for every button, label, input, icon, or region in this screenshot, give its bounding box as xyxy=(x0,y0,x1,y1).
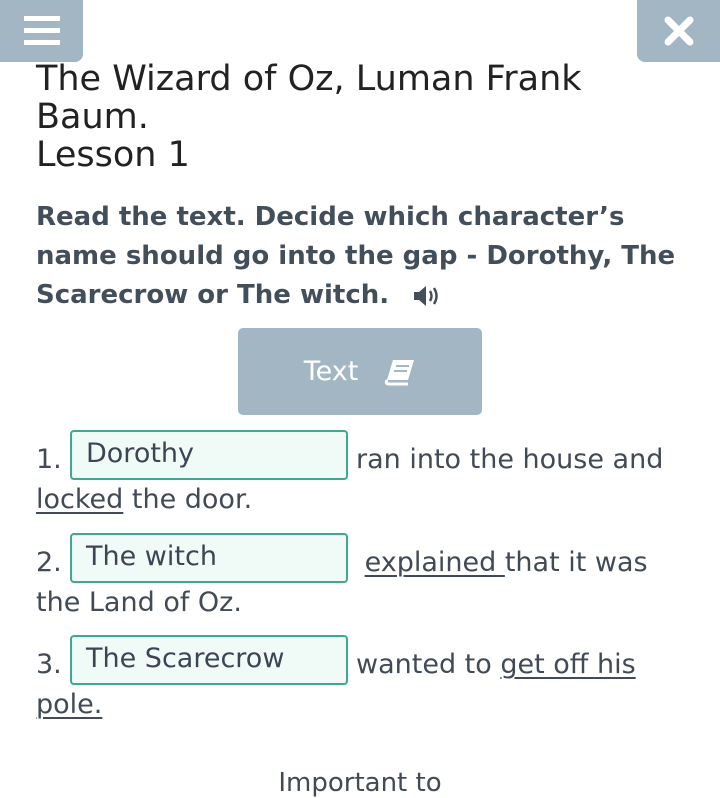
title-line-2: Lesson 1 xyxy=(36,135,190,175)
item-text: ran into the house and xyxy=(356,444,664,475)
title-line-1: The Wizard of Oz, Luman Frank Baum. xyxy=(36,59,582,137)
vocab-phrase-get-off-his[interactable]: get off his xyxy=(500,649,635,680)
task-instruction: Read the text. Decide which character’s … xyxy=(36,198,686,315)
item-text: wanted to xyxy=(356,649,501,680)
close-button[interactable] xyxy=(637,0,720,62)
answer-gap-1[interactable]: Dorothy xyxy=(70,430,348,480)
vocab-word-explained[interactable]: explained xyxy=(365,547,505,578)
item-number: 2. xyxy=(36,547,62,578)
hamburger-menu-icon xyxy=(23,16,60,45)
text-button[interactable]: Text xyxy=(238,328,482,415)
instruction-text: Read the text. Decide which character’s … xyxy=(36,202,676,310)
speaker-icon[interactable] xyxy=(412,283,442,309)
answer-gap-2[interactable]: The witch xyxy=(70,533,348,583)
item-text: that it was xyxy=(504,547,648,578)
exercise-item-1: 1. Dorothy ran into the house and locked t… xyxy=(36,430,686,519)
item-number: 3. xyxy=(36,649,62,680)
footer-heading-partial: Important to xyxy=(278,768,442,798)
text-button-label: Text xyxy=(303,356,359,387)
item-number: 1. xyxy=(36,444,62,475)
vocab-word-locked[interactable]: locked xyxy=(36,484,123,515)
book-icon xyxy=(385,359,415,385)
item-text-continued: the door. xyxy=(123,484,253,515)
item-text-continued: the Land of Oz. xyxy=(36,587,242,618)
close-icon xyxy=(664,16,693,46)
menu-button[interactable] xyxy=(0,0,83,62)
answer-gap-3[interactable]: The Scarecrow xyxy=(70,635,348,685)
page-title: The Wizard of Oz, Luman Frank Baum. Less… xyxy=(36,60,696,174)
exercise-item-2: 2. The witch explained that it was the La… xyxy=(36,533,686,622)
vocab-word-pole[interactable]: pole. xyxy=(36,689,102,720)
exercise-item-3: 3. The Scarecrow wanted to get off his pol… xyxy=(36,635,686,724)
